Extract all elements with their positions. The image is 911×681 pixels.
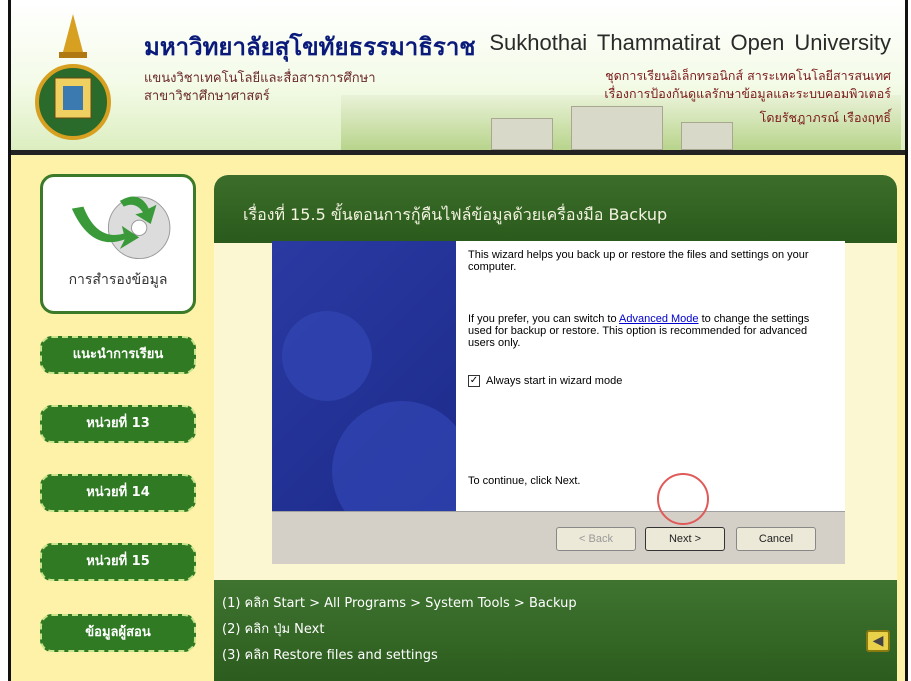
lesson-title: เรื่องที่ 15.5 ขั้นตอนการกู้คืนไฟล์ข้อมู…: [243, 205, 668, 224]
nav-instructor-button[interactable]: ข้อมูลผู้สอน: [40, 614, 196, 652]
nav-intro-button[interactable]: แนะนำการเรียน: [40, 336, 196, 374]
step-2-text: (2) คลิก ปุ่ม Next: [222, 622, 325, 637]
author-name: โดยรัชฎาภรณ์ เรืองฤทธิ์: [759, 110, 891, 125]
content-title-bar: เรื่องที่ 15.5 ขั้นตอนการกู้คืนไฟล์ข้อมู…: [214, 175, 897, 243]
wizard-continue-text: To continue, click Next.: [468, 475, 581, 487]
highlight-circle: [657, 473, 709, 525]
university-logo-icon: [35, 14, 111, 140]
cancel-button[interactable]: Cancel: [736, 527, 816, 551]
wizard-body: This wizard helps you back up or restore…: [456, 241, 845, 511]
backup-disc-icon: [71, 196, 171, 260]
wizard-side-graphic: [272, 241, 456, 511]
backup-topic-label: การสำรองข้อมูล: [68, 272, 168, 288]
wizard-mode-checkbox[interactable]: ✓: [468, 375, 480, 387]
step-1-text: (1) คลิก Start > All Programs > System T…: [222, 596, 577, 611]
wizard-mode-checkbox-row[interactable]: ✓ Always start in wizard mode: [468, 375, 622, 387]
backup-topic-card[interactable]: การสำรองข้อมูล: [40, 174, 196, 314]
wizard-advanced-text: If you prefer, you can switch to Advance…: [468, 313, 810, 349]
wizard-intro-text: This wizard helps you back up or restore…: [468, 249, 809, 273]
course-set-line-2: เรื่องการป้องกันดูแลรักษาข้อมูลและระบบคอ…: [604, 86, 891, 101]
advanced-mode-link[interactable]: Advanced Mode: [619, 313, 699, 325]
header-banner: มหาวิทยาลัยสุโขทัยธรรมาธิราช แขนงวิชาเทค…: [11, 0, 905, 150]
back-button[interactable]: < Back: [556, 527, 636, 551]
nav-unit-14-button[interactable]: หน่วยที่ 14: [40, 474, 196, 512]
course-set-line-1: ชุดการเรียนอิเล็กทรอนิกส์ สาระเทคโนโลยีส…: [605, 68, 891, 83]
backup-wizard-screenshot: This wizard helps you back up or restore…: [272, 241, 845, 581]
steps-bar: (1) คลิก Start > All Programs > System T…: [214, 580, 897, 681]
content-panel: เรื่องที่ 15.5 ขั้นตอนการกู้คืนไฟล์ข้อมู…: [214, 175, 897, 681]
department-line-2: สาขาวิชาศึกษาศาสตร์: [144, 89, 270, 104]
speaker-icon[interactable]: ◀: [866, 630, 890, 652]
university-name-th: มหาวิทยาลัยสุโขทัยธรรมาธิราช: [144, 32, 476, 61]
step-3-text: (3) คลิก Restore files and settings: [222, 648, 438, 663]
wizard-button-bar: < Back Next > Cancel: [272, 511, 845, 564]
nav-unit-13-button[interactable]: หน่วยที่ 13: [40, 405, 196, 443]
wizard-mode-label: Always start in wizard mode: [486, 375, 623, 387]
next-button[interactable]: Next >: [645, 527, 725, 551]
nav-unit-15-button[interactable]: หน่วยที่ 15: [40, 543, 196, 581]
university-name-en: Sukhothai Thammatirat Open University: [489, 30, 891, 55]
